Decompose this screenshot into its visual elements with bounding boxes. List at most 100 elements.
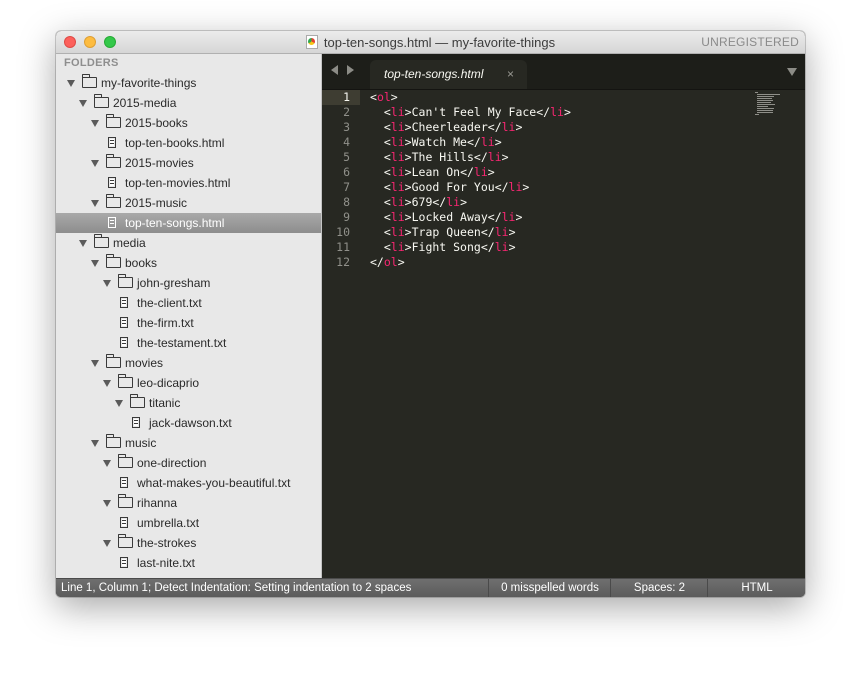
file-icon [120,557,128,568]
line-number: 4 [343,135,350,149]
status-position: Line 1, Column 1; Detect Indentation: Se… [61,582,412,594]
unregistered-badge: UNREGISTERED [701,35,799,49]
line-number: 5 [343,150,350,164]
tree-folder[interactable]: 2015-media [56,93,321,113]
code-line: <li>Fight Song</li> [383,240,516,254]
tree-file[interactable]: top-ten-books.html [56,133,321,153]
html-tag-name: li [494,225,509,239]
tree-folder[interactable]: the-strokes [56,533,321,553]
tab-bar: top-ten-songs.html × [322,54,805,90]
tab-close-icon[interactable]: × [507,60,514,89]
folder-open-icon [82,74,97,88]
html-tag-name: li [473,165,488,179]
file-icon [120,517,128,528]
html-tag-name: li [390,225,405,239]
html-tag-name: li [390,135,405,149]
tree-folder[interactable]: one-direction [56,453,321,473]
minimap[interactable] [755,92,785,118]
window-title-wrap: top-ten-songs.html — my-favorite-things [56,31,805,53]
tree-file[interactable]: top-ten-songs.html [56,213,321,233]
html-tag-name: ol [383,255,398,269]
tree-item-label: top-ten-songs.html [125,216,225,230]
disclosure-arrow-icon[interactable] [79,100,87,107]
disclosure-arrow-icon[interactable] [91,260,99,267]
tree-item-label: umbrella.txt [137,516,200,530]
tree-folder[interactable]: 2015-movies [56,153,321,173]
code-line: <li>Cheerleader</li> [383,120,523,134]
tree-item-label: my-favorite-things [101,76,197,90]
tree-folder[interactable]: leo-dicaprio [56,373,321,393]
code-line: <li>Good For You</li> [383,180,530,194]
editor-window: top-ten-songs.html — my-favorite-things … [56,31,805,597]
code-line: <li>679</li> [383,195,468,209]
tree-item-label: music [125,436,157,450]
tree-folder[interactable]: 2015-books [56,113,321,133]
tree-file[interactable]: last-nite.txt [56,553,321,573]
file-icon [120,317,128,328]
code-line: <li>Can't Feel My Face</li> [383,105,571,119]
disclosure-arrow-icon[interactable] [103,460,111,467]
tree-folder[interactable]: 2015-music [56,193,321,213]
folders-header: FOLDERS [64,57,119,69]
tree-folder[interactable]: movies [56,353,321,373]
html-tag-name: li [487,150,502,164]
window-title: top-ten-songs.html — my-favorite-things [323,35,556,50]
disclosure-arrow-icon[interactable] [91,160,99,167]
tree-file[interactable]: the-client.txt [56,293,321,313]
tree-folder[interactable]: titanic [56,393,321,413]
code-line: <li>Watch Me</li> [383,135,502,149]
disclosure-arrow-icon[interactable] [103,540,111,547]
tree-file[interactable]: jack-dawson.txt [56,413,321,433]
tree-folder[interactable]: my-favorite-things [56,73,321,93]
title-bar[interactable]: top-ten-songs.html — my-favorite-things … [56,31,805,54]
tree-file[interactable]: the-firm.txt [56,313,321,333]
disclosure-arrow-icon[interactable] [103,500,111,507]
tab-prev-arrow-icon[interactable] [331,65,338,75]
tree-folder[interactable]: rihanna [56,493,321,513]
disclosure-arrow-icon[interactable] [91,120,99,127]
tree-folder[interactable]: media [56,233,321,253]
disclosure-arrow-icon[interactable] [115,400,123,407]
disclosure-arrow-icon[interactable] [91,440,99,447]
status-syntax[interactable]: HTML [707,579,805,597]
tree-item-label: media [113,236,146,250]
tab-top-ten-songs[interactable]: top-ten-songs.html × [370,60,527,89]
disclosure-arrow-icon[interactable] [79,240,87,247]
tree-folder[interactable]: books [56,253,321,273]
tree-item-label: top-ten-movies.html [125,176,231,190]
tree-file[interactable]: umbrella.txt [56,513,321,533]
tree-item-label: books [125,256,158,270]
tree-folder[interactable]: john-gresham [56,273,321,293]
html-tag-name: li [550,105,564,119]
file-icon [120,477,128,488]
tab-next-arrow-icon[interactable] [347,65,354,75]
status-spelling[interactable]: 0 misspelled words [488,579,611,597]
line-number: 2 [343,105,350,119]
folder-open-icon [94,94,109,108]
folder-open-icon [118,274,133,288]
current-line-highlight [322,90,360,105]
file-icon [108,217,116,228]
status-bar: Line 1, Column 1; Detect Indentation: Se… [56,578,805,597]
html-tag-name: li [480,135,495,149]
tree-file[interactable]: what-makes-you-beautiful.txt [56,473,321,493]
disclosure-arrow-icon[interactable] [67,80,75,87]
line-number: 8 [343,195,350,209]
disclosure-arrow-icon[interactable] [103,280,111,287]
html-tag-name: ol [376,90,391,104]
line-number: 10 [336,225,350,239]
disclosure-arrow-icon[interactable] [103,380,111,387]
minimap-line [755,114,759,116]
document-proxy-icon[interactable] [305,35,318,49]
folder-open-icon [106,194,121,208]
disclosure-arrow-icon[interactable] [91,200,99,207]
tree-file[interactable]: top-ten-movies.html [56,173,321,193]
html-tag-name: li [390,120,405,134]
tree-item-label: 2015-movies [125,156,194,170]
tab-list-dropdown-icon[interactable] [787,68,797,76]
tree-file[interactable]: the-testament.txt [56,333,321,353]
status-indentation[interactable]: Spaces: 2 [610,579,708,597]
disclosure-arrow-icon[interactable] [91,360,99,367]
tree-item-label: the-firm.txt [137,316,194,330]
tree-folder[interactable]: music [56,433,321,453]
